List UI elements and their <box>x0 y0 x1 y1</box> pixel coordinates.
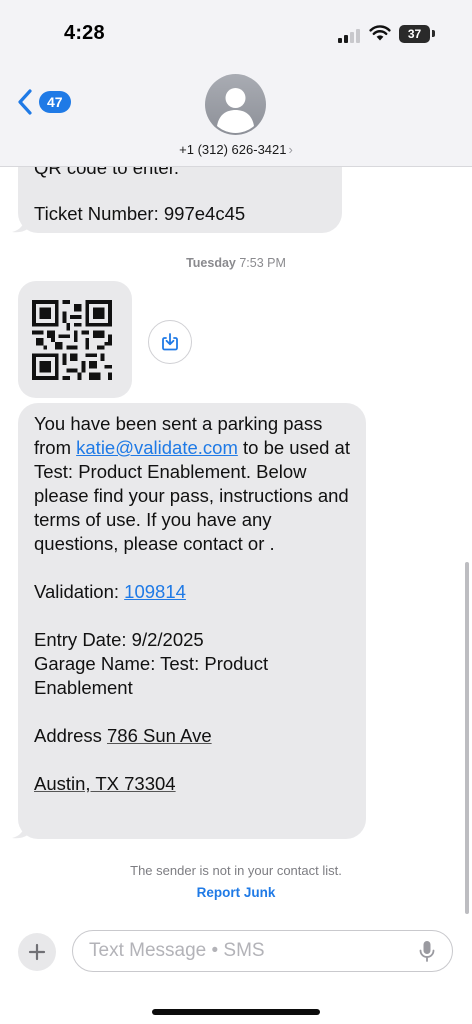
battery-tip <box>432 30 435 37</box>
unread-count-badge: 47 <box>39 91 71 113</box>
message-body: You have been sent a parking pass from k… <box>34 412 356 556</box>
message-input[interactable] <box>72 930 453 972</box>
address-line: Address 786 Sun Ave <box>34 725 212 746</box>
validation-line: Validation: 109814 <box>34 581 186 602</box>
chevron-right-icon: › <box>288 142 293 157</box>
home-indicator[interactable] <box>152 1009 320 1015</box>
qr-image-bubble[interactable] <box>18 281 132 398</box>
validation-code-link[interactable]: 109814 <box>124 581 186 602</box>
bubble-tail <box>12 825 30 839</box>
avatar-icon <box>217 88 254 133</box>
entry-date-text: Entry Date: 9/2/2025 <box>34 629 204 650</box>
ticket-number-text: Ticket Number: 997e4c45 <box>34 203 246 224</box>
back-button[interactable]: 47 <box>16 88 71 116</box>
status-time: 4:28 <box>64 22 105 44</box>
contact-avatar[interactable] <box>205 74 266 135</box>
address-city-link[interactable]: Austin, TX 73304 <box>34 772 176 796</box>
signal-icon <box>338 27 362 43</box>
contact-name-button[interactable]: +1 (312) 626-3421 › <box>0 142 472 157</box>
save-image-button[interactable] <box>148 320 192 364</box>
bubble-tail <box>12 219 30 233</box>
unknown-sender-notice: The sender is not in your contact list. <box>130 863 342 878</box>
garage-name-text: Garage Name: Test: Product Enablement <box>34 653 269 698</box>
back-chevron-icon <box>18 89 32 115</box>
message-bubble-parking-pass[interactable]: You have been sent a parking pass from k… <box>18 403 366 839</box>
address-street-link[interactable]: 786 Sun Ave <box>107 725 212 746</box>
qr-code <box>32 300 112 380</box>
wifi-icon <box>369 25 391 41</box>
contact-number: +1 (312) 626-3421 <box>179 142 287 157</box>
message-timestamp: Tuesday 7:53 PM <box>186 256 286 270</box>
conversation-header: 4:28 37 47 +1 (312) 626-3421 › <box>0 0 472 167</box>
microphone-icon[interactable] <box>418 940 436 964</box>
add-attachment-button[interactable] <box>18 933 56 971</box>
save-icon <box>162 333 178 351</box>
report-junk-button[interactable]: Report Junk <box>0 885 472 900</box>
battery-icon: 37 <box>399 25 430 43</box>
email-link[interactable]: katie@validate.com <box>76 437 238 458</box>
scrollbar[interactable] <box>465 562 469 914</box>
plus-icon <box>28 943 46 961</box>
